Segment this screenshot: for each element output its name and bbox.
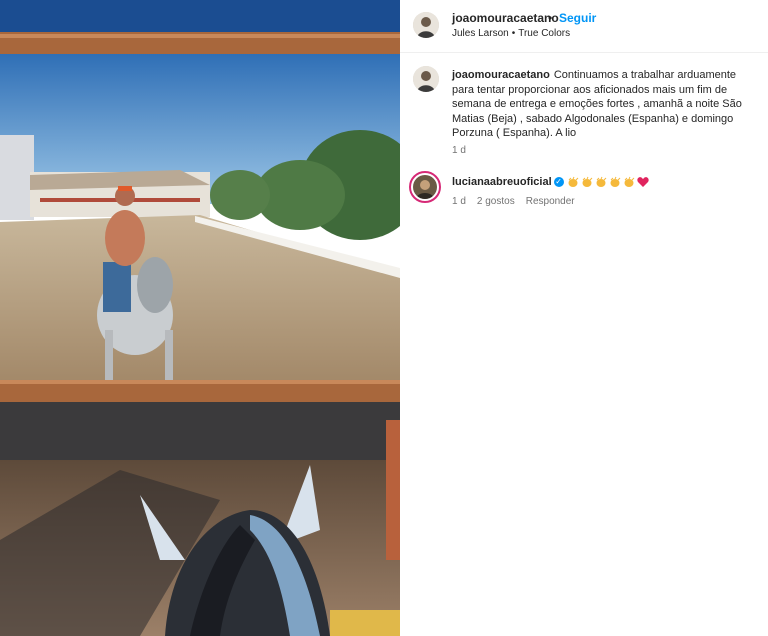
follow-button[interactable]: Seguir [559,11,596,25]
header-separator: • [548,11,553,25]
riding-arena-photo [0,0,400,636]
author-avatar[interactable] [413,12,439,38]
post-caption: joaomouracaetano Continuamos a trabalhar … [452,68,752,141]
clapping-hands-icon [596,176,607,188]
post-side-panel: joaomouracaetano • Seguir Jules Larson • T… [400,0,768,636]
author-username[interactable]: joaomouracaetano [452,11,559,25]
audio-track: True Colors [518,28,571,39]
red-heart-icon [637,177,649,188]
clapping-hands-icon [610,176,621,188]
caption-username[interactable]: joaomouracaetano [452,69,550,81]
clapping-hands-icon [624,176,635,188]
commenter-avatar[interactable] [409,171,441,203]
caption-author-avatar[interactable] [413,66,439,92]
verified-badge-icon: ✓ [553,177,564,188]
caption-meta: 1 d [452,145,477,156]
reply-button[interactable]: Responder [526,196,575,207]
audio-artist: Jules Larson [452,28,509,39]
caption-time[interactable]: 1 d [452,145,466,156]
commenter-username[interactable]: lucianaabreuoficial [452,176,552,188]
post-photo[interactable] [0,0,400,636]
comment-meta: 1 d 2 gostos Responder [452,196,586,207]
clapping-hands-icon [568,176,579,188]
comment-likes[interactable]: 2 gostos [477,196,515,207]
comment-item: lucianaabreuoficial ✓ [452,176,651,188]
audio-info[interactable]: Jules Larson • True Colors [452,28,573,39]
comment-time[interactable]: 1 d [452,196,466,207]
clapping-hands-icon [582,176,593,188]
audio-separator: • [511,28,516,39]
post-header: joaomouracaetano • Seguir Jules Larson • T… [400,0,768,53]
